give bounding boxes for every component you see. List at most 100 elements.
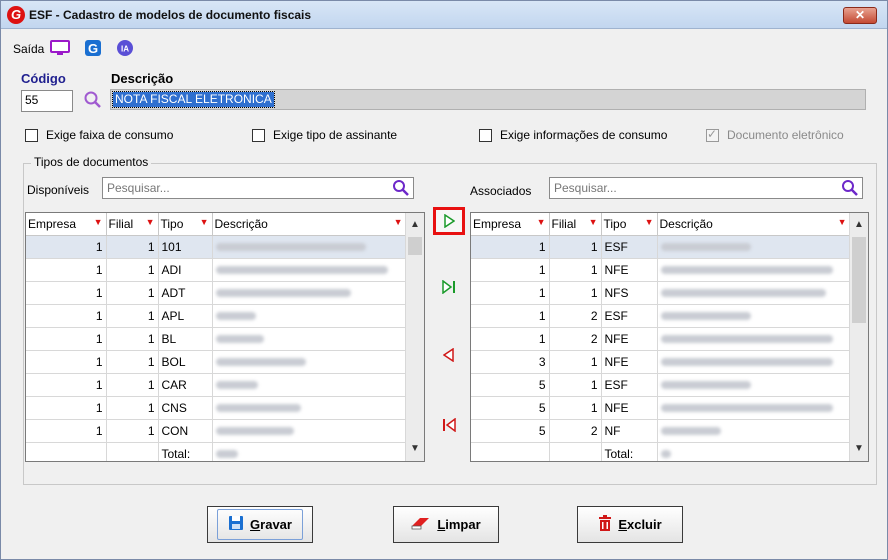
table-row[interactable]: 1 2 ESF	[471, 304, 851, 328]
scroll-down-icon[interactable]: ▼	[406, 439, 424, 459]
checkbox-box[interactable]	[252, 128, 265, 142]
search-icon[interactable]	[392, 179, 410, 200]
eraser-icon	[411, 515, 431, 534]
filter-icon[interactable]: ▼	[589, 217, 598, 227]
table-footer-row: Total:	[26, 441, 407, 461]
table-row[interactable]: 1 1 CAR	[26, 373, 407, 397]
skip-right-icon	[442, 280, 455, 294]
main-window: G ESF - Cadastro de modelos de documento…	[0, 0, 888, 560]
ia-label: IA	[121, 44, 129, 53]
table-row[interactable]: 1 1 ADI	[26, 258, 407, 282]
filter-icon[interactable]: ▼	[146, 217, 155, 227]
scroll-down-icon[interactable]: ▼	[850, 439, 868, 459]
filter-icon[interactable]: ▼	[537, 217, 546, 227]
scroll-up-icon[interactable]: ▲	[850, 215, 868, 235]
search-placeholder: Pesquisar...	[554, 181, 617, 195]
table-row[interactable]: 1 1 ADT	[26, 281, 407, 305]
redacted-text	[215, 358, 306, 367]
table-row[interactable]: 1 1 CON	[26, 419, 407, 443]
table-row[interactable]: 1 1 CNS	[26, 396, 407, 420]
redacted-text	[215, 404, 301, 413]
remove-selected-button[interactable]	[433, 341, 465, 369]
table-row[interactable]: 1 1 BL	[26, 327, 407, 351]
column-header-filial[interactable]: Filial ▼	[106, 213, 159, 236]
filter-icon[interactable]: ▼	[645, 217, 654, 227]
ia-assistant-icon[interactable]: IA	[116, 39, 134, 60]
checkbox-label: Exige faixa de consumo	[46, 128, 174, 142]
group-title: Tipos de documentos	[31, 155, 152, 169]
column-header-empresa[interactable]: Empresa ▼	[26, 213, 107, 236]
redacted-text	[660, 266, 833, 275]
table-footer-row: Total:	[471, 441, 851, 461]
excluir-button[interactable]: Excluir	[577, 506, 683, 543]
monitor-icon[interactable]	[50, 39, 71, 59]
associados-search-input[interactable]: Pesquisar...	[549, 177, 863, 199]
redacted-text	[215, 450, 238, 459]
column-header-tipo[interactable]: Tipo ▼	[601, 213, 658, 236]
checkbox-exige-informacoes[interactable]: Exige informações de consumo	[479, 128, 667, 142]
add-selected-button[interactable]	[433, 207, 465, 235]
filter-icon[interactable]: ▼	[394, 217, 403, 227]
remove-all-button[interactable]	[433, 411, 465, 439]
saida-label[interactable]: Saída	[13, 42, 44, 56]
redacted-text	[215, 266, 388, 275]
descricao-selected-text: NOTA FISCAL ELETRONICA	[112, 91, 275, 108]
column-header-filial[interactable]: Filial ▼	[549, 213, 602, 236]
redacted-text	[660, 381, 751, 390]
redacted-text	[215, 289, 351, 298]
column-header-empresa[interactable]: Empresa ▼	[471, 213, 550, 236]
table-row[interactable]: 1 1 APL	[26, 304, 407, 328]
table-row[interactable]: 3 1 NFE	[471, 350, 851, 374]
app-logo-icon: G	[7, 6, 25, 24]
checkbox-exige-faixa[interactable]: Exige faixa de consumo	[25, 128, 173, 142]
checkbox-documento-eletronico: ✓ Documento eletrônico	[706, 126, 844, 142]
vertical-scrollbar[interactable]: ▲ ▼	[405, 213, 424, 461]
filter-icon[interactable]: ▼	[200, 217, 209, 227]
codigo-input[interactable]: 55	[21, 90, 73, 112]
table-row[interactable]: 1 1 NFE	[471, 258, 851, 282]
play-left-icon	[443, 348, 454, 362]
table-row[interactable]: 1 2 NFE	[471, 327, 851, 351]
filter-icon[interactable]: ▼	[838, 217, 847, 227]
scroll-up-icon[interactable]: ▲	[406, 215, 424, 235]
redacted-text	[215, 312, 256, 321]
column-header-descricao[interactable]: Descrição ▼	[657, 213, 851, 236]
table-row[interactable]: 1 1 NFS	[471, 281, 851, 305]
disponiveis-grid[interactable]: Empresa ▼ Filial ▼ Tipo ▼ Descrição ▼ 1 1 101 …	[25, 212, 425, 462]
scrollbar-thumb[interactable]	[408, 237, 422, 255]
column-header-descricao[interactable]: Descrição ▼	[212, 213, 407, 236]
save-floppy-icon	[228, 515, 244, 534]
disponiveis-search-input[interactable]: Pesquisar...	[102, 177, 414, 199]
redacted-text	[215, 381, 258, 390]
checkbox-box[interactable]	[25, 128, 38, 142]
codigo-label: Código	[21, 71, 66, 86]
scrollbar-thumb[interactable]	[852, 237, 866, 323]
add-all-button[interactable]	[433, 273, 465, 301]
table-row[interactable]: 5 1 NFE	[471, 396, 851, 420]
checkbox-exige-tipo-assinante[interactable]: Exige tipo de assinante	[252, 128, 397, 142]
brand-g-icon[interactable]: G	[84, 39, 102, 60]
descricao-input[interactable]: NOTA FISCAL ELETRONICA	[110, 89, 866, 110]
limpar-button[interactable]: Limpar	[393, 506, 499, 543]
play-right-icon	[444, 214, 455, 228]
checkbox-label: Exige tipo de assinante	[273, 128, 398, 142]
table-row[interactable]: 5 1 ESF	[471, 373, 851, 397]
check-mark-icon: ✓	[707, 126, 718, 141]
table-row[interactable]: 1 1 ESF	[471, 235, 851, 259]
associados-grid[interactable]: Empresa ▼ Filial ▼ Tipo ▼ Descrição ▼ 1 1 ESF …	[470, 212, 869, 462]
vertical-scrollbar[interactable]: ▲ ▼	[849, 213, 868, 461]
close-button[interactable]: ✕	[843, 7, 877, 24]
disponiveis-label: Disponíveis	[27, 183, 90, 197]
table-row[interactable]: 5 2 NF	[471, 419, 851, 443]
table-row[interactable]: 1 1 BOL	[26, 350, 407, 374]
search-icon[interactable]	[841, 179, 859, 200]
column-header-tipo[interactable]: Tipo ▼	[158, 213, 213, 236]
table-row[interactable]: 1 1 101	[26, 235, 407, 259]
gravar-button[interactable]: Gravar	[207, 506, 313, 543]
checkbox-box[interactable]	[479, 128, 492, 142]
total-label: Total:	[601, 441, 658, 461]
redacted-text	[660, 427, 721, 436]
search-codigo-icon[interactable]	[83, 90, 103, 113]
descricao-label: Descrição	[111, 71, 174, 86]
filter-icon[interactable]: ▼	[94, 217, 103, 227]
